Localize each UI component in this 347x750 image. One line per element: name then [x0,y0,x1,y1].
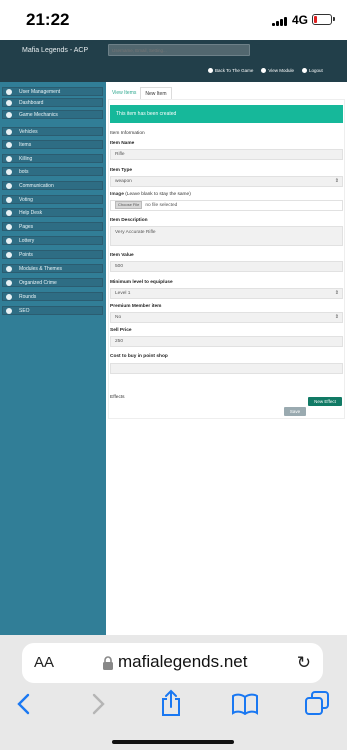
bookmarks-icon[interactable] [232,693,258,715]
sidebar-item-points[interactable]: Points [2,250,103,259]
sidebar-item-killing[interactable]: Killing [2,154,103,163]
home-icon [208,68,213,73]
crime-icon [6,280,12,286]
item-value-label: Item Value [110,253,134,258]
back-to-game-link[interactable]: Back To The Game [208,68,253,73]
cost-points-input[interactable] [110,363,343,374]
view-module-link[interactable]: View Module [261,68,294,73]
pages-icon [6,224,12,230]
eye-icon [261,68,267,73]
car-icon [6,129,12,135]
main-content: View Items New Item This item has been c… [106,82,347,635]
chevron-updown-icon: ⇕ [334,178,339,184]
sidebar-item-communication[interactable]: Communication [2,181,103,190]
sidebar-item-organized-crime[interactable]: Organized Crime [2,278,103,287]
gun-icon [6,156,12,162]
puzzle-icon [6,266,12,272]
vote-icon [6,197,12,203]
url-text: mafialegends.net [118,652,248,671]
status-bar: 21:22 4G [0,0,347,40]
seo-icon [6,308,12,314]
item-type-select[interactable]: weapon ⇕ [110,176,343,187]
success-alert: This item has been created [110,105,343,123]
search-input[interactable] [108,44,250,56]
min-level-select[interactable]: Level 1 ⇕ [110,288,343,299]
sidebar-item-pages[interactable]: Pages [2,222,103,231]
sidebar-item-lottery[interactable]: Lottery [2,236,103,245]
sidebar: User Management Dashboard Game Mechanics… [0,82,106,635]
forward-icon[interactable] [92,693,106,715]
ticket-icon [6,238,12,244]
points-icon [6,252,12,258]
item-value-input[interactable]: 500 [110,261,343,272]
sidebar-item-bots[interactable]: bots [2,167,103,176]
browser-chrome: AA mafialegends.net ↻ [0,635,347,750]
lock-icon [103,656,113,670]
image-label: Image (Leave blank to stay the same) [110,192,191,197]
section-title: Item Information [110,131,145,136]
back-icon[interactable] [16,693,30,715]
sidebar-item-modules-themes[interactable]: Modules & Themes [2,264,103,273]
item-name-input[interactable]: Rifle [110,149,343,160]
description-label: Item Description [110,218,148,223]
dashboard-icon [6,100,12,106]
text-size-button[interactable]: AA [34,654,54,671]
share-icon[interactable] [160,689,182,717]
shirt-icon [6,142,12,148]
chevron-updown-icon: ⇕ [334,314,339,320]
brand-title: Mafia Legends - ACP [22,47,89,54]
sidebar-item-items[interactable]: Items [2,140,103,149]
save-button[interactable]: Save [284,407,306,416]
battery-icon [312,14,332,25]
tab-bar: View Items New Item [108,87,172,100]
item-name-label: Item Name [110,141,135,146]
admin-header: Mafia Legends - ACP Back To The Game Vie… [0,40,347,82]
premium-select[interactable]: No ⇕ [110,312,343,323]
sidebar-item-vehicles[interactable]: Vehicles [2,127,103,136]
top-nav: Back To The Game View Module Logout [208,68,323,73]
min-level-label: Minimum level to equip/use [110,280,173,285]
item-type-label: Item Type [110,168,133,173]
home-indicator [112,740,234,744]
signal-icon [272,16,288,26]
description-textarea[interactable]: Very Accurate Rifle [110,226,343,246]
status-time: 21:22 [26,10,70,29]
new-effect-button[interactable]: New Effect [308,397,342,406]
gear-icon [6,112,12,118]
cost-points-label: Cost to buy in point shop [110,354,168,359]
sidebar-item-voting[interactable]: Voting [2,195,103,204]
tabs-icon[interactable] [305,691,329,715]
sidebar-item-seo[interactable]: SEO [2,306,103,315]
image-file-input[interactable]: Choose File no file selected [110,200,343,211]
choose-file-button[interactable]: Choose File [115,201,143,209]
logout-link[interactable]: Logout [302,68,323,73]
sell-price-input[interactable]: 250 [110,336,343,347]
sidebar-item-rounds[interactable]: Rounds [2,292,103,301]
sidebar-item-user-management[interactable]: User Management [2,87,103,96]
bot-icon [6,169,12,175]
sidebar-item-help-desk[interactable]: Help Desk [2,208,103,217]
effects-label: Effects [110,395,125,400]
sidebar-item-game-mechanics[interactable]: Game Mechanics [2,110,103,119]
url-bar[interactable]: AA mafialegends.net ↻ [22,643,323,683]
chat-icon [6,183,12,189]
sell-price-label: Sell Price [110,328,132,333]
help-icon [6,210,12,216]
battery-tip [333,17,335,21]
rounds-icon [6,294,12,300]
reload-icon[interactable]: ↻ [297,653,311,673]
premium-label: Premium Member item [110,304,162,309]
chevron-updown-icon: ⇕ [334,290,339,296]
users-icon [6,89,12,95]
sidebar-item-dashboard[interactable]: Dashboard [2,98,103,107]
network-label: 4G [292,13,309,27]
logout-icon [302,68,308,73]
